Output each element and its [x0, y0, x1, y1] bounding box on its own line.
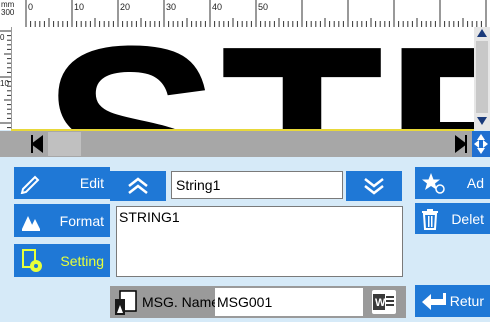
scroll-left-button[interactable]: [26, 131, 48, 157]
add-label: Ad: [466, 175, 484, 191]
preview-glyphs: STE: [42, 27, 475, 130]
vertical-scrollbar[interactable]: [474, 27, 490, 130]
message-document-icon: [112, 289, 140, 317]
ruler-label: 40: [212, 2, 222, 12]
document-editor-icon[interactable]: W: [372, 290, 396, 314]
setting-icon: [22, 248, 42, 272]
vertical-scroll-thumb[interactable]: [476, 41, 488, 113]
left-ruler: 0 10: [0, 27, 11, 130]
return-button[interactable]: Retur: [415, 285, 490, 317]
left-ruler-label: 10: [0, 79, 9, 88]
double-chevron-up-icon: [128, 177, 148, 194]
ruler-label: 20: [120, 2, 130, 12]
scrollbar-corner: [0, 131, 26, 157]
top-ruler: mm 300 0 10 20 30 40 50: [0, 0, 490, 27]
message-name-label: MSG. Name: [142, 294, 220, 310]
edit-button[interactable]: Edit: [14, 167, 110, 199]
pencil-icon: [20, 175, 40, 194]
scroll-left-icon: [31, 135, 43, 153]
scroll-down-icon[interactable]: [477, 117, 487, 125]
next-string-button[interactable]: [346, 171, 402, 201]
preview-text: STE: [42, 27, 475, 130]
star-add-icon: [422, 173, 445, 194]
message-name-field[interactable]: MSG001: [215, 288, 363, 316]
delete-label: Delet: [451, 210, 484, 227]
string-name-field[interactable]: String1: [171, 171, 343, 199]
previous-string-button[interactable]: [110, 171, 166, 201]
svg-text:W: W: [375, 297, 386, 309]
scroll-right-button[interactable]: [450, 131, 472, 157]
ruler-label: 30: [166, 2, 176, 12]
move-arrows-icon: [474, 134, 488, 154]
delete-button[interactable]: Delet: [415, 203, 490, 234]
horizontal-scroll-thumb[interactable]: [48, 132, 81, 156]
ruler-label: 0: [28, 2, 33, 12]
double-chevron-down-icon: [364, 178, 384, 195]
format-button[interactable]: Format: [14, 204, 110, 237]
add-button[interactable]: Ad: [415, 167, 490, 199]
ruler-label: 50: [258, 2, 268, 12]
left-ruler-ticks: 0 10: [0, 30, 11, 129]
string-content-area[interactable]: STRING1: [116, 206, 403, 277]
scroll-right-icon: [455, 135, 467, 153]
return-label: Retur: [449, 293, 484, 309]
setting-label: Setting: [60, 252, 104, 269]
print-preview-canvas[interactable]: STE: [11, 27, 475, 130]
ruler-label: 10: [74, 2, 84, 12]
trash-icon: [422, 208, 438, 230]
edit-label: Edit: [79, 175, 104, 191]
return-arrow-icon: [422, 293, 446, 310]
move-cross-button[interactable]: [472, 131, 490, 157]
horizontal-scrollbar[interactable]: [26, 131, 472, 157]
scroll-up-icon[interactable]: [477, 29, 487, 37]
setting-button[interactable]: Setting: [14, 244, 110, 277]
left-ruler-label: 0: [0, 33, 5, 42]
format-label: Format: [59, 212, 104, 229]
ruler-ticks: 0 10 20 30 40 50: [25, 0, 487, 27]
format-icon: [22, 215, 40, 231]
